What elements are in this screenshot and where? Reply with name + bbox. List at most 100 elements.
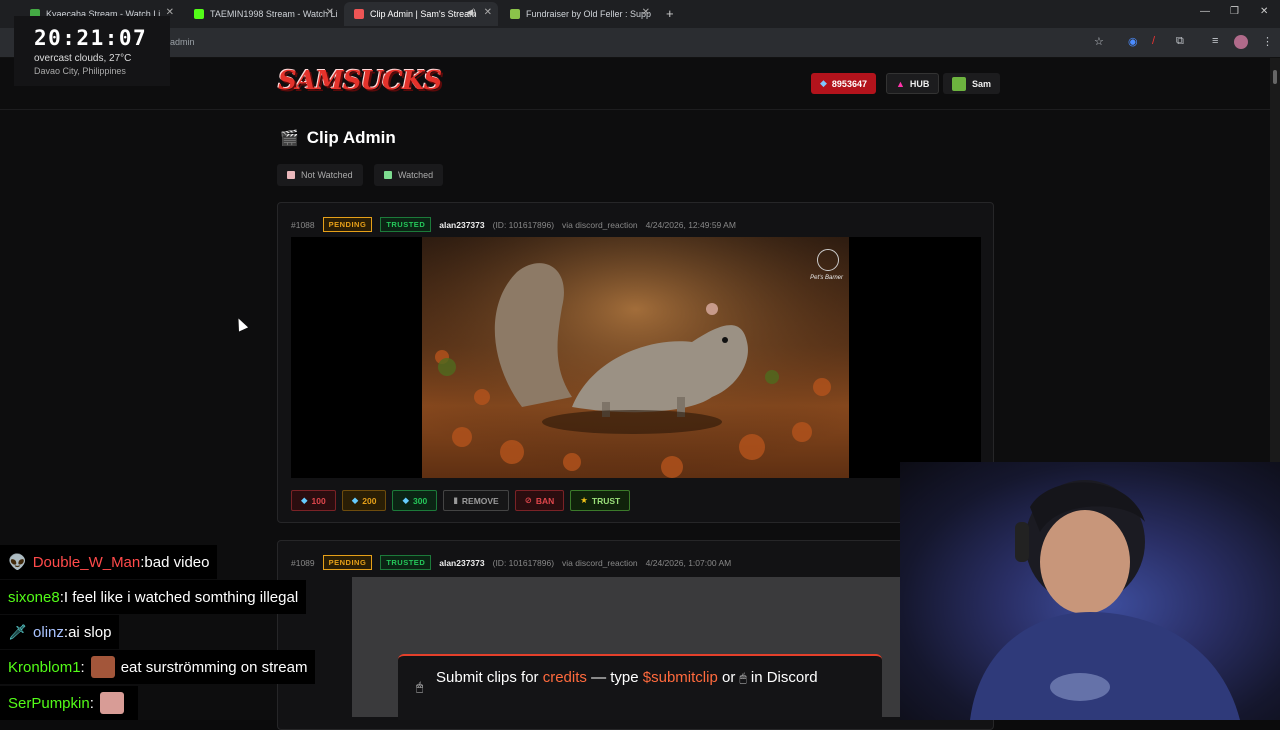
clip-id: #1089	[291, 557, 315, 568]
user-menu[interactable]: Sam	[943, 73, 1001, 94]
scrollbar-thumb[interactable]	[1273, 70, 1277, 84]
clip-date: 4/24/2026, 1:07:00 AM	[645, 557, 732, 568]
chat-username: Double_W_Man	[32, 553, 141, 571]
ban-icon: ⊘	[524, 495, 532, 505]
tab-favicon-icon	[510, 9, 520, 19]
tab-favicon-icon	[194, 9, 204, 19]
tab-title: Fundraiser by Old Feller : Supp	[526, 9, 652, 19]
close-icon[interactable]: ✕	[326, 7, 334, 18]
close-icon[interactable]: ✕	[484, 7, 492, 18]
hub-label: HUB	[909, 78, 930, 89]
chat-username: olinz	[33, 623, 64, 641]
hub-icon: ▲	[896, 78, 905, 89]
video-thumbnail: Pet's Barner	[422, 237, 849, 478]
submit-clips-banner: 🖱 Submit clips for credits — type $submi…	[398, 654, 882, 720]
filter-watched[interactable]: Watched	[374, 164, 444, 186]
menu-icon[interactable]: ⋮	[1262, 35, 1273, 48]
clip-source: via discord_reaction	[562, 557, 638, 568]
gem-icon: ◆	[301, 495, 308, 505]
user-name: Sam	[972, 78, 992, 89]
filter-label: Watched	[398, 170, 434, 180]
clip-id: #1088	[291, 219, 315, 230]
site-logo[interactable]: SAMSUCKS	[278, 66, 442, 96]
hub-button[interactable]: ▲ HUB	[886, 73, 940, 94]
gem-icon: ◆	[820, 78, 827, 88]
extension-icon[interactable]: ◉	[1128, 35, 1138, 48]
video-player[interactable]: Pet's Barner	[291, 237, 981, 478]
url-field[interactable]: admin	[170, 37, 195, 47]
emote-icon	[99, 692, 124, 714]
emote-icon	[90, 656, 115, 678]
trust-button[interactable]: ★ TRUST	[570, 490, 631, 511]
watermark-logo-icon	[817, 249, 839, 271]
page-title-text: Clip Admin	[306, 128, 396, 147]
status-badge: PENDING	[322, 555, 373, 570]
tab-title: TAEMIN1998 Stream - Watch Li	[210, 9, 338, 19]
clip-meta: #1088 PENDING TRUSTED alan237373 (ID: 10…	[291, 217, 744, 232]
tab-favicon-icon	[354, 9, 364, 19]
trusted-badge: TRUSTED	[380, 555, 432, 570]
browser-tab[interactable]: Fundraiser by Old Feller : Supp ✕	[500, 2, 656, 26]
city-text: Davao City, Philippines	[34, 66, 126, 76]
award-100-button[interactable]: ◆ 100	[291, 490, 336, 511]
streamer-image	[970, 480, 1240, 720]
restore-icon[interactable]: ❐	[1230, 6, 1239, 17]
browser-tab[interactable]: TAEMIN1998 Stream - Watch Li ✕	[184, 2, 340, 26]
clip-username[interactable]: alan237373	[439, 558, 484, 568]
banner-text: Submit clips for credits — type $submitc…	[436, 666, 856, 690]
chat-message: 🗡 olinz: ai slop	[0, 615, 120, 649]
weather-text: overcast clouds, 27°C	[34, 53, 132, 64]
webcam-feed	[900, 462, 1280, 720]
mouse-icon: 🖱	[416, 680, 424, 694]
clapperboard-icon: 🎬	[280, 130, 299, 147]
browser-tab-bar: Kyaecaha Stream - Watch Li ✕ TAEMIN1998 …	[0, 0, 1280, 28]
banner-prefix: Submit clips for	[436, 669, 539, 686]
award-200-button[interactable]: ◆ 200	[341, 490, 387, 511]
chat-username: sixone8	[8, 588, 60, 606]
clip-date: 4/24/2026, 12:49:59 AM	[645, 219, 736, 230]
browser-tab-active[interactable]: Clip Admin | Sam's Stream ◀) ✕	[344, 2, 498, 26]
credits-badge[interactable]: ◆ 8953647	[811, 73, 876, 94]
chat-message: 👽 Double_W_Man: bad video	[0, 545, 218, 579]
checkbox-icon	[287, 171, 295, 179]
sword-badge-icon: 🗡	[8, 624, 28, 641]
tab-title: Clip Admin | Sam's Stream	[370, 9, 477, 19]
filter-not-watched[interactable]: Not Watched	[277, 164, 363, 186]
chat-message: Kronblom1: eat surströmming on stream	[0, 650, 316, 684]
extensions-puzzle-icon[interactable]: ⧉	[1176, 35, 1184, 48]
ban-button[interactable]: ⊘ BAN	[514, 490, 565, 511]
chat-username: Kronblom1	[8, 658, 81, 676]
chat-text: ai slop	[68, 623, 112, 641]
chat-username: SerPumpkin	[8, 694, 90, 712]
award-300-button[interactable]: ◆ 300	[392, 490, 438, 511]
close-icon[interactable]: ✕	[642, 7, 650, 18]
clock-time: 20:21:07	[34, 26, 148, 50]
clip-meta: #1089 PENDING TRUSTED alan237373 (ID: 10…	[291, 555, 739, 570]
button-label: REMOVE	[461, 495, 499, 506]
new-tab-button[interactable]: +	[666, 6, 674, 21]
minimize-icon[interactable]: —	[1200, 6, 1210, 17]
clip-username[interactable]: alan237373	[439, 220, 484, 230]
site-header	[0, 58, 1270, 110]
squirrel-image	[422, 237, 849, 478]
clip-card: #1088 PENDING TRUSTED alan237373 (ID: 10…	[277, 202, 994, 523]
close-window-icon[interactable]: ✕	[1260, 6, 1268, 17]
credits-value: 8953647	[831, 78, 867, 89]
media-icon[interactable]: ≡	[1212, 35, 1218, 47]
bookmark-star-icon[interactable]: ☆	[1094, 35, 1104, 48]
button-label: TRUST	[591, 495, 621, 506]
banner-tail: in Discord	[750, 669, 818, 686]
chat-message: sixone8: I feel like i watched somthing …	[0, 580, 307, 614]
button-label: BAN	[535, 495, 555, 506]
star-icon: ★	[580, 495, 588, 505]
clip-user-id: (ID: 101617896)	[492, 557, 555, 568]
chat-message: SerPumpkin:	[0, 686, 138, 720]
gem-icon: ◆	[402, 495, 410, 505]
avatar	[952, 76, 966, 91]
clip-user-id: (ID: 101617896)	[492, 219, 555, 230]
extension-icon[interactable]: /	[1152, 35, 1155, 47]
profile-avatar[interactable]	[1234, 35, 1248, 49]
audio-icon[interactable]: ◀)	[466, 7, 476, 18]
remove-button[interactable]: ▮ REMOVE	[443, 490, 509, 511]
chat-text: bad video	[144, 553, 210, 571]
